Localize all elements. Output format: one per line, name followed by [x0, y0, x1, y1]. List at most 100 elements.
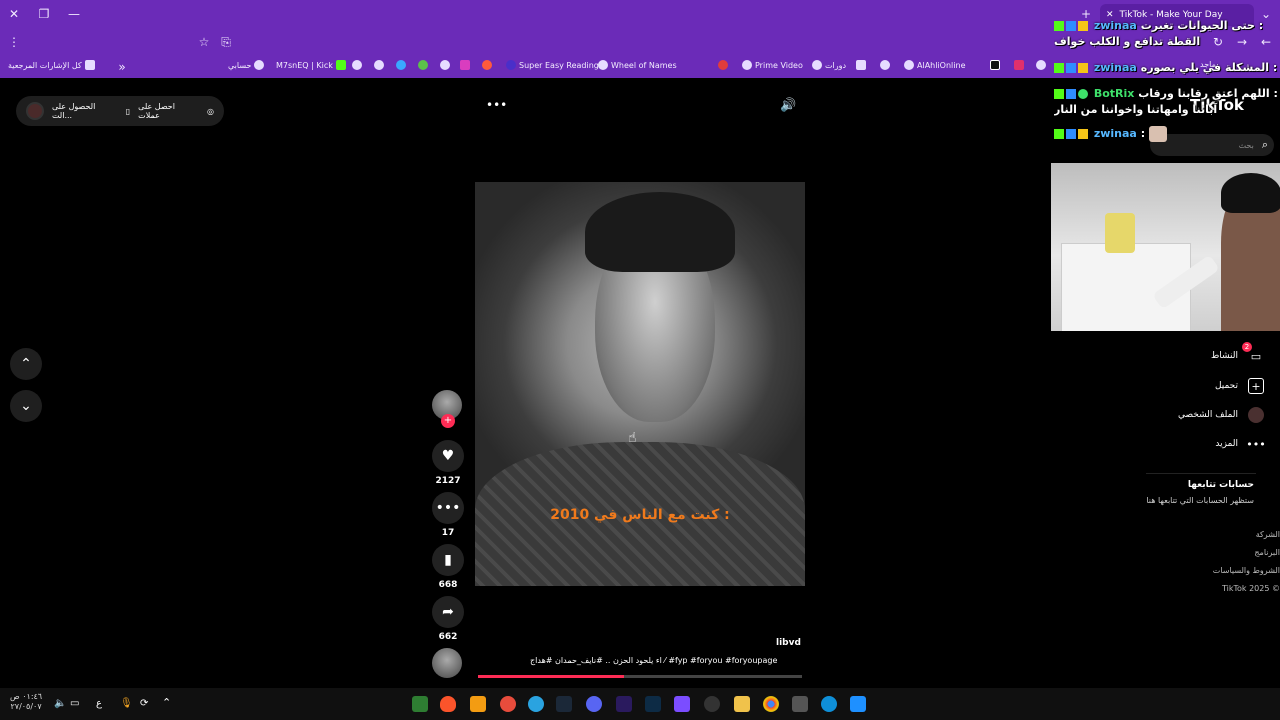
volume-icon[interactable]: 🔈	[54, 698, 66, 709]
bookmark-item[interactable]	[396, 60, 406, 70]
sidebar-item-more[interactable]: المزيد •••	[1215, 436, 1265, 452]
bookmark-item[interactable]	[718, 60, 728, 70]
microphone-tray-icon[interactable]: 🎙	[120, 698, 133, 709]
chrome-icon[interactable]	[763, 696, 779, 712]
all-bookmarks[interactable]: كل الإشارات المرجعية	[8, 60, 95, 70]
kick-badge-icon	[1054, 129, 1064, 139]
bookmark-star-icon[interactable]: ☆	[194, 32, 214, 52]
windows-taskbar: ٠١:٤٦ ص ٢٧/٠٥/٠٧ 🔈 ▭ ع 🎙 ⟳ ⌃	[0, 688, 1280, 720]
bookmark-item[interactable]	[352, 60, 362, 70]
sidebar-item-label: الملف الشخصي	[1178, 410, 1238, 420]
video-progress-bar[interactable]	[478, 675, 802, 678]
more-bookmarks-icon[interactable]: »	[112, 57, 132, 77]
brave-icon[interactable]	[440, 696, 456, 712]
clock-date: ٢٧/٠٥/٠٧	[10, 702, 42, 711]
share-page-icon[interactable]: ⎘	[216, 32, 236, 52]
globe-icon	[598, 60, 608, 70]
clock-time: ٠١:٤٦ ص	[10, 692, 43, 701]
globe-icon	[812, 60, 822, 70]
chat-message: القطة تدافع و الكلب خواف	[1054, 35, 1201, 48]
bookmark-item[interactable]: دورات	[812, 60, 846, 70]
music-disc-button[interactable]	[432, 648, 464, 678]
footer-company[interactable]: الشركة	[1256, 530, 1280, 539]
bookmark-item[interactable]	[482, 60, 492, 70]
sidebar-item-activity[interactable]: النشاط ▭ 2	[1210, 342, 1264, 364]
bookmark-item[interactable]: AlAhliOnline	[904, 60, 966, 70]
share-button[interactable]: ➦ 662	[432, 596, 464, 642]
bookmark-item[interactable]	[880, 60, 890, 70]
author-name[interactable]: libvd	[776, 638, 801, 648]
close-window-icon[interactable]: ✕	[4, 4, 24, 24]
bookmark-item[interactable]: Super Easy Reading	[506, 60, 599, 70]
restore-window-icon[interactable]: ❐	[34, 4, 54, 24]
comment-icon: •••	[432, 492, 464, 524]
input-language[interactable]: ع	[96, 698, 102, 709]
bookmark-item[interactable]	[440, 60, 450, 70]
network-icon[interactable]: ▭	[70, 698, 79, 709]
get-coins-link[interactable]: احصل على عملات	[138, 102, 199, 120]
comment-count: 17	[441, 528, 455, 538]
coin-icon: ◎	[207, 106, 214, 116]
video-player[interactable]: كنت مع الناس في 2010 :	[475, 182, 805, 586]
minimize-window-icon[interactable]: —	[64, 4, 84, 24]
video-progress-fill	[478, 675, 624, 678]
footer-terms[interactable]: الشروط والسياسات	[1213, 566, 1280, 575]
badge-icon	[1066, 63, 1076, 73]
windows-start-icon[interactable]	[850, 696, 866, 712]
steam-icon[interactable]	[556, 696, 572, 712]
more-options-button[interactable]: •••	[486, 98, 507, 112]
premiere-icon[interactable]	[616, 696, 632, 712]
sidebar-item-label: النشاط	[1210, 351, 1238, 361]
sound-icon[interactable]: 🔊	[780, 98, 796, 113]
edge-icon[interactable]	[821, 696, 837, 712]
bookmark-item[interactable]	[1014, 60, 1024, 70]
app-icon[interactable]	[500, 696, 516, 712]
excel-icon[interactable]	[412, 696, 428, 712]
file-explorer-icon[interactable]	[734, 696, 750, 712]
sync-tray-icon[interactable]: ⟳	[140, 698, 148, 709]
clock[interactable]: ٠١:٤٦ ص ٢٧/٠٥/٠٧	[10, 692, 42, 712]
bookmark-icon: ▮	[432, 544, 464, 576]
sidebar-item-upload[interactable]: تحميل +	[1215, 378, 1264, 394]
photoshop-icon[interactable]	[645, 696, 661, 712]
follow-plus-icon[interactable]: +	[441, 414, 455, 428]
discord-icon[interactable]	[586, 696, 602, 712]
telegram-icon[interactable]	[528, 696, 544, 712]
bookmark-item[interactable]	[374, 60, 384, 70]
app-icon[interactable]	[704, 696, 720, 712]
previous-video-button[interactable]: ⌃	[10, 348, 42, 380]
sidebar-item-profile[interactable]: الملف الشخصي	[1178, 407, 1264, 423]
bookmark-item[interactable]: M7snEQ | Kick	[276, 60, 346, 70]
video-subject-hair	[585, 192, 735, 272]
menu-icon[interactable]: ⋮	[4, 32, 24, 52]
creator-avatar-button[interactable]: +	[432, 390, 464, 428]
get-app-link[interactable]: الحصول على الت...	[52, 102, 118, 120]
share-icon: ➦	[432, 596, 464, 628]
chat-message: BotRix اللهم اعتق رقابنا ورقاب :	[1054, 86, 1280, 102]
upload-plus-icon: +	[1248, 378, 1264, 394]
bookmark-item[interactable]: Prime Video	[742, 60, 803, 70]
stream-chat-overlay: zwinaa حتى الحيوانات تغيرت : القطة تدافع…	[1054, 18, 1280, 142]
bookmark-item[interactable]: Wheel of Names	[598, 60, 677, 70]
profile-avatar[interactable]	[26, 102, 44, 120]
footer-program[interactable]: البرنامج	[1254, 548, 1280, 557]
store-icon[interactable]	[792, 696, 808, 712]
bookmark-item[interactable]: حسابي	[228, 60, 265, 70]
bookmark-item[interactable]	[856, 60, 866, 70]
app-icon[interactable]	[674, 696, 690, 712]
kick-badge-icon	[1054, 89, 1064, 99]
bookmark-item[interactable]	[418, 60, 428, 70]
show-hidden-icons-icon[interactable]: ⌃	[162, 696, 171, 709]
sidebar-item-label: المزيد	[1215, 439, 1238, 449]
comment-button[interactable]: ••• 17	[432, 492, 464, 538]
bookmark-item[interactable]	[990, 60, 1000, 70]
like-button[interactable]: ♥ 2127	[432, 440, 464, 486]
bookmark-item[interactable]	[460, 60, 470, 70]
site-icon	[718, 60, 728, 70]
next-video-button[interactable]: ⌄	[10, 390, 42, 422]
app-icon[interactable]	[470, 696, 486, 712]
chevron-up-icon: ⌃	[20, 356, 32, 372]
bookmark-item[interactable]	[1036, 60, 1046, 70]
save-button[interactable]: ▮ 668	[432, 544, 464, 590]
chat-message: آبائنا وامهاتنا واخواننا من النار	[1054, 103, 1218, 116]
